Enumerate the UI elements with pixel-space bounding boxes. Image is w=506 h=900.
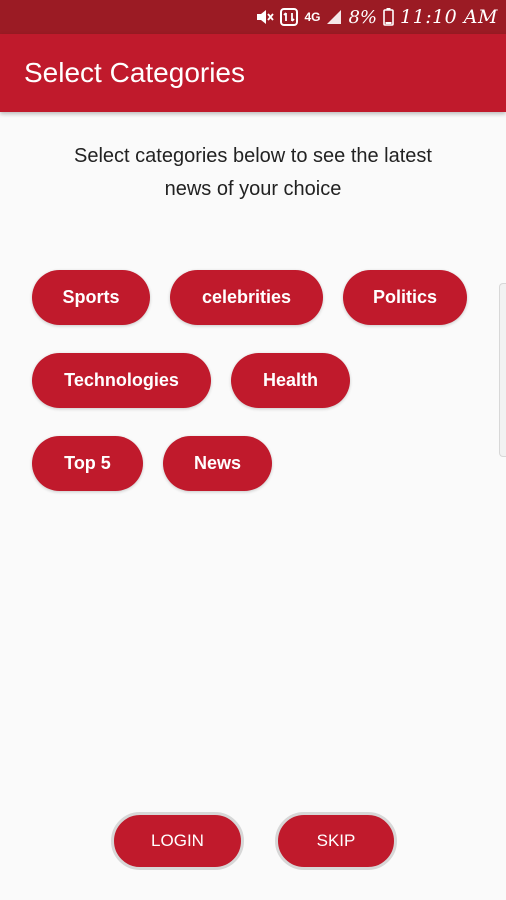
category-chip-politics[interactable]: Politics bbox=[343, 270, 467, 325]
category-chip-technologies[interactable]: Technologies bbox=[32, 353, 211, 408]
status-bar: 4G 8% 11:10 AM bbox=[0, 0, 506, 34]
edge-panel-handle[interactable] bbox=[499, 283, 506, 457]
chip-row: Sports celebrities Politics bbox=[32, 270, 482, 325]
chip-row: Top 5 News bbox=[32, 436, 482, 491]
category-chips: Sports celebrities Politics Technologies… bbox=[32, 270, 482, 519]
category-chip-celebrities[interactable]: celebrities bbox=[170, 270, 323, 325]
login-button[interactable]: LOGIN bbox=[111, 812, 244, 870]
instruction-text: Select categories below to see the lates… bbox=[40, 140, 466, 206]
battery-percent: 8% bbox=[348, 6, 378, 28]
instruction-line-1: Select categories below to see the lates… bbox=[74, 145, 432, 167]
mute-icon bbox=[256, 7, 275, 27]
chip-row: Technologies Health bbox=[32, 353, 482, 408]
skip-button[interactable]: SKIP bbox=[275, 812, 397, 870]
category-chip-sports[interactable]: Sports bbox=[32, 270, 150, 325]
instruction-line-2: news of your choice bbox=[164, 178, 342, 200]
network-4g-icon: 4G bbox=[304, 10, 321, 24]
page-title: Select Categories bbox=[24, 57, 246, 88]
category-chip-news[interactable]: News bbox=[163, 436, 272, 491]
signal-icon bbox=[326, 7, 342, 27]
category-chip-health[interactable]: Health bbox=[231, 353, 350, 408]
app-bar: Select Categories bbox=[0, 34, 506, 112]
data-icon bbox=[280, 7, 299, 27]
category-chip-top5[interactable]: Top 5 bbox=[32, 436, 143, 491]
battery-icon bbox=[383, 7, 394, 27]
clock: 11:10 AM bbox=[400, 6, 498, 28]
